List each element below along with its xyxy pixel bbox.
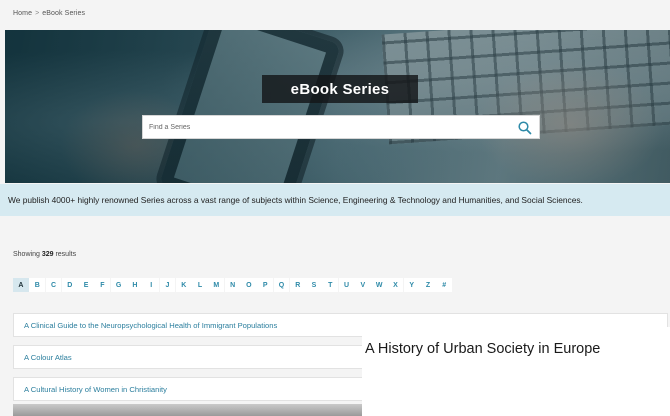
results-suffix: results	[55, 251, 77, 258]
hero-banner: eBook Series	[5, 30, 670, 183]
alphabet-letter-l[interactable]: L	[192, 278, 208, 292]
alphabet-letter-o[interactable]: O	[240, 278, 257, 292]
hero-overlay	[5, 30, 670, 183]
breadcrumb-separator: >	[35, 10, 40, 17]
alphabet-letter-e[interactable]: E	[78, 278, 95, 292]
alphabet-letter-i[interactable]: I	[143, 278, 160, 292]
alphabet-letter-j[interactable]: J	[159, 278, 176, 292]
alphabet-letter-q[interactable]: Q	[273, 278, 290, 292]
alphabet-letter-hash[interactable]: #	[436, 278, 453, 292]
alphabet-letter-w[interactable]: W	[371, 278, 388, 292]
results-count: Showing 329 results	[13, 251, 76, 258]
info-banner: We publish 4000+ highly renowned Series …	[0, 184, 670, 216]
alphabet-letter-f[interactable]: F	[94, 278, 111, 292]
alphabet-letter-z[interactable]: Z	[420, 278, 436, 292]
alphabet-letter-b[interactable]: B	[29, 278, 46, 292]
alphabet-letter-s[interactable]: S	[306, 278, 322, 292]
alphabet-letter-p[interactable]: P	[257, 278, 274, 292]
alphabet-letter-u[interactable]: U	[338, 278, 355, 292]
list-bottom-edge	[13, 404, 363, 416]
alphabet-letter-c[interactable]: C	[45, 278, 62, 292]
alphabet-filter: A B C D E F G H I J K L M N O P Q R S T U V W X Y Z #	[13, 278, 453, 292]
alphabet-letter-v[interactable]: V	[354, 278, 371, 292]
info-banner-text: We publish 4000+ highly renowned Series …	[8, 195, 583, 205]
alphabet-letter-n[interactable]: N	[224, 278, 241, 292]
tooltip-text: A History of Urban Society in Europe	[365, 341, 601, 357]
series-search-box	[142, 115, 540, 139]
alphabet-letter-a[interactable]: A	[13, 278, 29, 292]
results-prefix: Showing	[13, 251, 40, 258]
hover-tooltip: A History of Urban Society in Europe	[362, 327, 670, 416]
series-search-input[interactable]	[149, 121, 509, 134]
alphabet-letter-k[interactable]: K	[175, 278, 192, 292]
alphabet-letter-g[interactable]: G	[110, 278, 127, 292]
breadcrumb-current: eBook Series	[42, 10, 86, 17]
breadcrumb-home-link[interactable]: Home	[13, 10, 32, 17]
alphabet-letter-y[interactable]: Y	[403, 278, 420, 292]
alphabet-letter-m[interactable]: M	[208, 278, 225, 292]
alphabet-letter-d[interactable]: D	[61, 278, 78, 292]
search-icon[interactable]	[517, 120, 533, 136]
page-title: eBook Series	[262, 75, 418, 103]
breadcrumb: Home > eBook Series	[13, 10, 85, 17]
alphabet-letter-x[interactable]: X	[387, 278, 404, 292]
alphabet-letter-t[interactable]: T	[322, 278, 339, 292]
results-number: 329	[41, 251, 54, 258]
alphabet-letter-h[interactable]: H	[126, 278, 143, 292]
alphabet-letter-r[interactable]: R	[289, 278, 306, 292]
